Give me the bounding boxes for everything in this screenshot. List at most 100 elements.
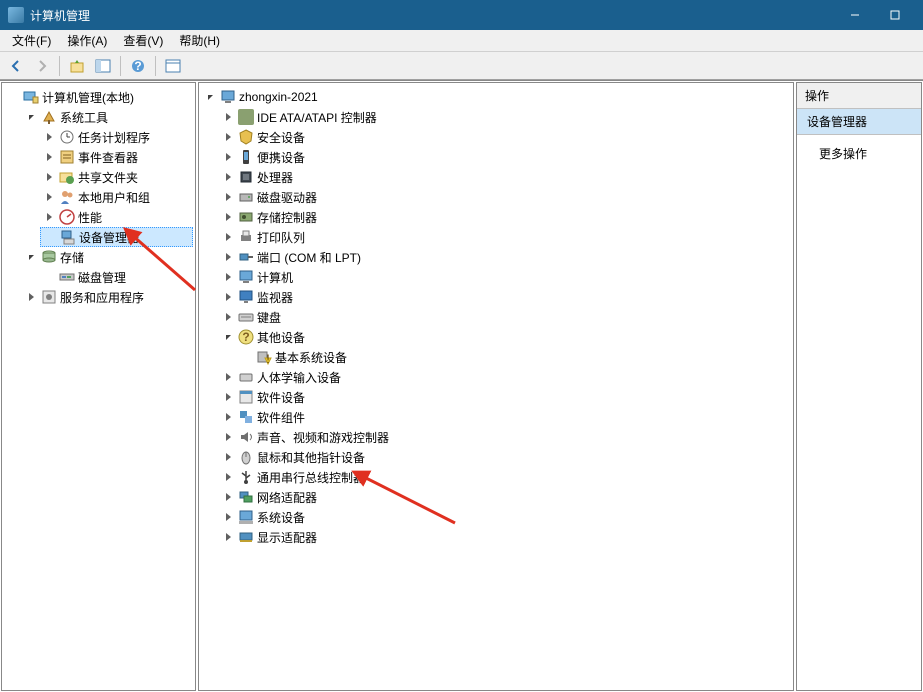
menu-action[interactable]: 操作(A) <box>59 30 115 51</box>
expand-toggle[interactable] <box>221 290 235 304</box>
dev-display[interactable]: 显示适配器 <box>219 527 791 547</box>
expand-toggle[interactable] <box>42 210 56 224</box>
expand-toggle[interactable] <box>221 330 235 344</box>
dev-root[interactable]: zhongxin-2021 <box>201 87 791 107</box>
expand-toggle[interactable] <box>221 470 235 484</box>
device-tree-pane: zhongxin-2021 IDE ATA/ATAPI 控制器 安全设备 便携设… <box>198 82 794 691</box>
expand-toggle[interactable] <box>221 410 235 424</box>
tree-task-scheduler[interactable]: 任务计划程序 <box>40 127 193 147</box>
computer-icon <box>220 89 236 105</box>
expand-toggle[interactable] <box>221 170 235 184</box>
expand-toggle[interactable] <box>221 230 235 244</box>
expand-toggle[interactable] <box>221 530 235 544</box>
dev-ide[interactable]: IDE ATA/ATAPI 控制器 <box>219 107 791 127</box>
expand-toggle[interactable] <box>221 310 235 324</box>
expand-toggle[interactable] <box>221 430 235 444</box>
menu-view[interactable]: 查看(V) <box>115 30 171 51</box>
expand-toggle[interactable] <box>221 370 235 384</box>
expand-toggle[interactable] <box>221 250 235 264</box>
dev-monitors[interactable]: 监视器 <box>219 287 791 307</box>
tree-disk-mgmt[interactable]: 磁盘管理 <box>40 267 193 287</box>
device-tree[interactable]: zhongxin-2021 IDE ATA/ATAPI 控制器 安全设备 便携设… <box>199 83 793 551</box>
computer-mgmt-icon <box>23 89 39 105</box>
up-button[interactable] <box>65 55 89 77</box>
minimize-button[interactable] <box>835 0 875 30</box>
dev-ports[interactable]: 端口 (COM 和 LPT) <box>219 247 791 267</box>
expand-toggle[interactable] <box>221 190 235 204</box>
software-comp-icon <box>238 409 254 425</box>
expand-toggle[interactable] <box>24 250 38 264</box>
dev-hid[interactable]: 人体学输入设备 <box>219 367 791 387</box>
menu-file[interactable]: 文件(F) <box>4 30 59 51</box>
tree-label: 便携设备 <box>257 149 305 166</box>
expand-toggle[interactable] <box>221 110 235 124</box>
forward-button[interactable] <box>30 55 54 77</box>
expand-toggle[interactable] <box>42 130 56 144</box>
dev-computer[interactable]: 计算机 <box>219 267 791 287</box>
tree-root-computer-mgmt[interactable]: 计算机管理(本地) <box>4 87 193 107</box>
other-devices-icon: ? <box>238 329 254 345</box>
dev-storage-ctrl[interactable]: 存储控制器 <box>219 207 791 227</box>
dev-usb[interactable]: 通用串行总线控制器 <box>219 467 791 487</box>
monitor-icon <box>238 289 254 305</box>
expand-toggle[interactable] <box>203 90 217 104</box>
tree-storage[interactable]: 存储 <box>22 247 193 267</box>
tree-event-viewer[interactable]: 事件查看器 <box>40 147 193 167</box>
keyboard-icon <box>238 309 254 325</box>
device-manager-icon <box>60 229 76 245</box>
clock-icon <box>59 129 75 145</box>
dev-mice[interactable]: 鼠标和其他指针设备 <box>219 447 791 467</box>
actions-more-link[interactable]: 更多操作 <box>797 141 921 166</box>
expand-toggle[interactable] <box>24 290 38 304</box>
expand-toggle[interactable] <box>42 190 56 204</box>
dev-other[interactable]: ?其他设备 <box>219 327 791 347</box>
dev-other-child[interactable]: !基本系统设备 <box>237 347 791 367</box>
tree-system-tools[interactable]: 系统工具 <box>22 107 193 127</box>
disk-drive-icon <box>238 189 254 205</box>
dev-processors[interactable]: 处理器 <box>219 167 791 187</box>
expand-toggle[interactable] <box>42 170 56 184</box>
expand-toggle[interactable] <box>221 510 235 524</box>
help-button[interactable]: ? <box>126 55 150 77</box>
expand-toggle[interactable] <box>221 270 235 284</box>
maximize-button[interactable] <box>875 0 915 30</box>
back-button[interactable] <box>4 55 28 77</box>
tree-local-users[interactable]: 本地用户和组 <box>40 187 193 207</box>
menu-help[interactable]: 帮助(H) <box>171 30 228 51</box>
sound-icon <box>238 429 254 445</box>
tree-label: 性能 <box>78 209 102 226</box>
dev-network[interactable]: 网络适配器 <box>219 487 791 507</box>
properties-button[interactable] <box>161 55 185 77</box>
show-hide-tree-button[interactable] <box>91 55 115 77</box>
expand-toggle[interactable] <box>221 150 235 164</box>
dev-print-queues[interactable]: 打印队列 <box>219 227 791 247</box>
dev-disk-drives[interactable]: 磁盘驱动器 <box>219 187 791 207</box>
expand-toggle[interactable] <box>221 390 235 404</box>
console-tree[interactable]: 计算机管理(本地) 系统工具 任务计划程序 事件查看器 <box>2 83 195 311</box>
dev-sound[interactable]: 声音、视频和游戏控制器 <box>219 427 791 447</box>
tree-shared-folders[interactable]: 共享文件夹 <box>40 167 193 187</box>
tree-label: 本地用户和组 <box>78 189 150 206</box>
tree-performance[interactable]: 性能 <box>40 207 193 227</box>
storage-ctrl-icon <box>238 209 254 225</box>
dev-security[interactable]: 安全设备 <box>219 127 791 147</box>
dev-software-components[interactable]: 软件组件 <box>219 407 791 427</box>
tree-label: 监视器 <box>257 289 293 306</box>
expand-toggle[interactable] <box>221 210 235 224</box>
dev-keyboards[interactable]: 键盘 <box>219 307 791 327</box>
expand-toggle[interactable] <box>24 110 38 124</box>
hid-icon <box>238 369 254 385</box>
tree-label: 网络适配器 <box>257 489 317 506</box>
dev-system[interactable]: 系统设备 <box>219 507 791 527</box>
tree-device-manager[interactable]: 设备管理器 <box>40 227 193 247</box>
expand-toggle[interactable] <box>42 150 56 164</box>
toolbar-separator <box>155 56 156 76</box>
system-tools-icon <box>41 109 57 125</box>
expand-toggle[interactable] <box>221 490 235 504</box>
dev-portable[interactable]: 便携设备 <box>219 147 791 167</box>
expand-toggle[interactable] <box>221 130 235 144</box>
tree-services-apps[interactable]: 服务和应用程序 <box>22 287 193 307</box>
expand-toggle[interactable] <box>221 450 235 464</box>
toolbar-separator <box>120 56 121 76</box>
dev-software-devices[interactable]: 软件设备 <box>219 387 791 407</box>
